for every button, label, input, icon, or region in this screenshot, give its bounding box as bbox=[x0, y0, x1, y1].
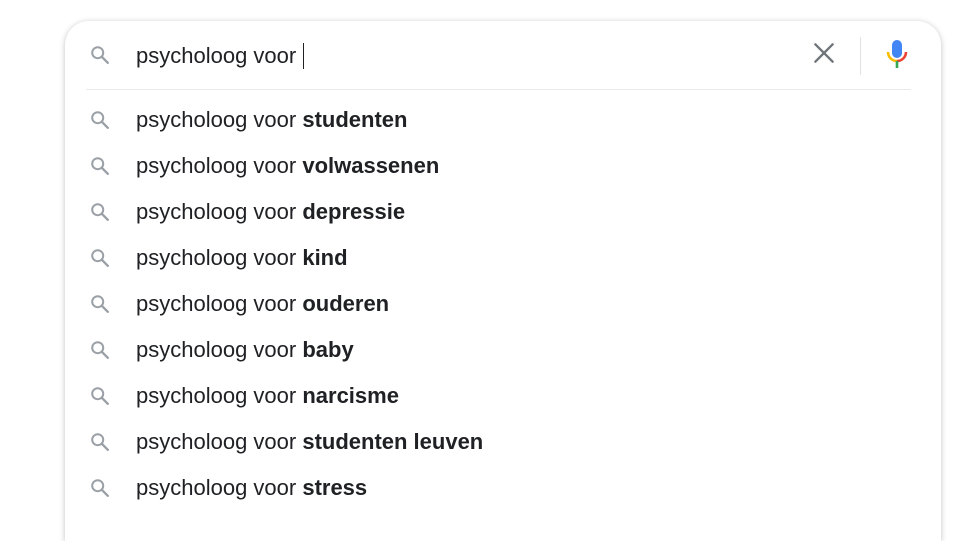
suggestions-list: psycholoog voor studenten psycholoog voor… bbox=[65, 97, 941, 511]
suggestion-completion: volwassenen bbox=[302, 153, 440, 178]
search-icon bbox=[89, 431, 111, 453]
suggestion-text: psycholoog voor volwassenen bbox=[136, 153, 439, 179]
suggestion-completion: ouderen bbox=[302, 291, 390, 316]
suggestion-prefix: psycholoog voor bbox=[136, 337, 303, 362]
suggestion-item[interactable]: psycholoog voor depressie bbox=[65, 189, 941, 235]
search-input[interactable]: psycholoog voor bbox=[136, 42, 305, 70]
search-box: psycholoog voor psycholoog voor studente… bbox=[65, 21, 941, 541]
suggestion-prefix: psycholoog voor bbox=[136, 291, 303, 316]
search-icon bbox=[89, 155, 111, 177]
voice-search-button[interactable] bbox=[880, 38, 914, 74]
microphone-icon bbox=[885, 38, 909, 75]
search-icon bbox=[89, 385, 111, 407]
search-input-text: psycholoog voor bbox=[136, 43, 303, 68]
suggestion-prefix: psycholoog voor bbox=[136, 153, 303, 178]
suggestion-text: psycholoog voor narcisme bbox=[136, 383, 399, 409]
suggestion-prefix: psycholoog voor bbox=[136, 475, 303, 500]
suggestion-completion: kind bbox=[302, 245, 348, 270]
search-icon bbox=[89, 247, 111, 269]
suggestion-item[interactable]: psycholoog voor ouderen bbox=[65, 281, 941, 327]
suggestion-completion: studenten leuven bbox=[302, 429, 484, 454]
suggestion-item[interactable]: psycholoog voor stress bbox=[65, 465, 941, 511]
suggestion-item[interactable]: psycholoog voor volwassenen bbox=[65, 143, 941, 189]
text-cursor bbox=[303, 43, 305, 69]
search-icon bbox=[89, 477, 111, 499]
suggestion-item[interactable]: psycholoog voor studenten bbox=[65, 97, 941, 143]
suggestion-text: psycholoog voor studenten leuven bbox=[136, 429, 483, 455]
search-icon bbox=[89, 109, 111, 131]
suggestion-completion: depressie bbox=[302, 199, 406, 224]
suggestion-prefix: psycholoog voor bbox=[136, 245, 303, 270]
button-divider bbox=[860, 37, 861, 75]
search-icon bbox=[89, 201, 111, 223]
suggestion-prefix: psycholoog voor bbox=[136, 383, 303, 408]
suggestion-completion: narcisme bbox=[302, 383, 399, 408]
search-bar: psycholoog voor bbox=[65, 21, 941, 89]
suggestions-divider bbox=[86, 89, 911, 90]
suggestion-item[interactable]: psycholoog voor baby bbox=[65, 327, 941, 373]
search-icon bbox=[89, 293, 111, 315]
search-icon bbox=[89, 44, 111, 66]
suggestion-text: psycholoog voor kind bbox=[136, 245, 348, 271]
suggestion-text: psycholoog voor baby bbox=[136, 337, 354, 363]
suggestion-text: psycholoog voor studenten bbox=[136, 107, 407, 133]
suggestion-text: psycholoog voor depressie bbox=[136, 199, 405, 225]
suggestion-text: psycholoog voor stress bbox=[136, 475, 367, 501]
search-icon bbox=[89, 339, 111, 361]
suggestion-completion: studenten bbox=[302, 107, 408, 132]
suggestion-text: psycholoog voor ouderen bbox=[136, 291, 389, 317]
suggestion-item[interactable]: psycholoog voor narcisme bbox=[65, 373, 941, 419]
suggestion-prefix: psycholoog voor bbox=[136, 107, 303, 132]
close-icon bbox=[811, 40, 837, 71]
suggestion-item[interactable]: psycholoog voor kind bbox=[65, 235, 941, 281]
suggestion-completion: stress bbox=[302, 475, 368, 500]
suggestion-prefix: psycholoog voor bbox=[136, 429, 303, 454]
clear-button[interactable] bbox=[807, 38, 841, 72]
suggestion-item[interactable]: psycholoog voor studenten leuven bbox=[65, 419, 941, 465]
suggestion-completion: baby bbox=[302, 337, 354, 362]
suggestion-prefix: psycholoog voor bbox=[136, 199, 303, 224]
